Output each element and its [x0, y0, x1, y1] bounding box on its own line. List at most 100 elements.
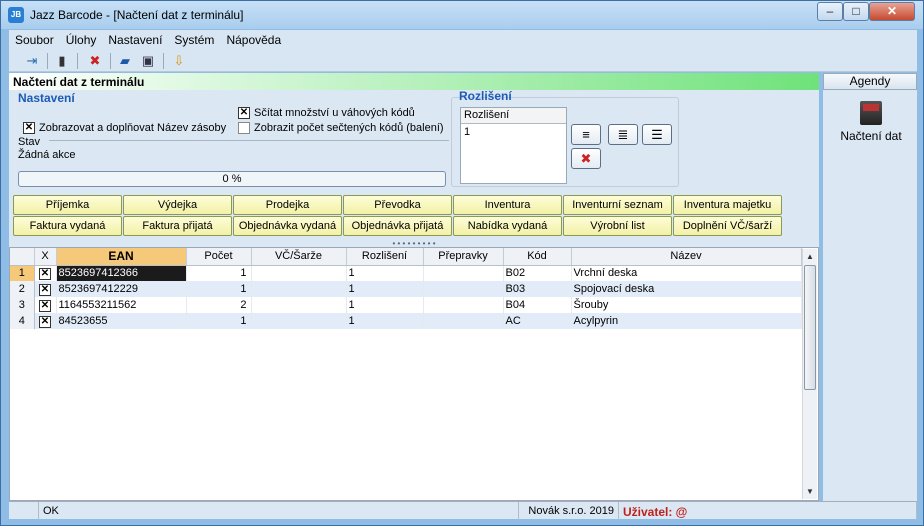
show-count-checkbox[interactable]: Zobrazit počet sečtených kódů (balení)	[238, 122, 444, 134]
checkbox-box: ✕	[39, 283, 51, 296]
button-prodejka[interactable]: Prodejka	[233, 195, 342, 215]
button-faktura-vydana[interactable]: Faktura vydaná	[13, 216, 122, 236]
terminal-icon[interactable]: ▮	[52, 52, 72, 70]
close-button[interactable]: ✕	[869, 2, 915, 21]
button-nabidka-vydana[interactable]: Nabídka vydaná	[453, 216, 562, 236]
table-row[interactable]: 1 ✕ 8523697412366 1 1 B02 Vrchní deska	[10, 265, 802, 281]
cell-prepravky[interactable]	[423, 313, 504, 329]
row-checkbox[interactable]: ✕	[34, 281, 57, 297]
list-resolution-icon[interactable]: ☰	[642, 124, 672, 145]
cell-pocet[interactable]: 1	[186, 313, 252, 329]
cell-vc-sarze[interactable]	[251, 297, 347, 313]
cell-nazev[interactable]: Spojovací deska	[571, 281, 802, 297]
button-prevodka[interactable]: Převodka	[343, 195, 452, 215]
cell-kod[interactable]: B02	[503, 265, 572, 281]
scroll-up-icon[interactable]: ▲	[803, 249, 817, 264]
cell-ean[interactable]: 8523697412229	[56, 281, 187, 297]
sum-weight-checkbox[interactable]: ✕ Sčítat množství u váhových kódů	[238, 107, 415, 119]
cell-kod[interactable]: AC	[503, 313, 572, 329]
cell-ean[interactable]: 1164553211562	[56, 297, 187, 313]
button-inventurni-seznam[interactable]: Inventurní seznam	[563, 195, 672, 215]
column-header-x[interactable]: X	[34, 248, 57, 266]
cell-ean[interactable]: 8523697412366	[56, 265, 187, 281]
cell-nazev[interactable]: Acylpyrin	[571, 313, 802, 329]
minimize-button[interactable]: –	[817, 2, 843, 21]
menu-soubor[interactable]: Soubor	[9, 30, 60, 47]
sum-weight-label: Sčítat množství u váhových kódů	[254, 107, 415, 119]
cell-kod[interactable]: B03	[503, 281, 572, 297]
row-number: 4	[10, 313, 35, 329]
button-inventura[interactable]: Inventura	[453, 195, 562, 215]
cell-nazev[interactable]: Vrchní deska	[571, 265, 802, 281]
button-objednavka-prijata[interactable]: Objednávka přijatá	[343, 216, 452, 236]
table-row[interactable]: 3 ✕ 1164553211562 2 1 B04 Šrouby	[10, 297, 802, 313]
cell-vc-sarze[interactable]	[251, 265, 347, 281]
toolbar-separator	[163, 53, 164, 69]
cell-prepravky[interactable]	[423, 281, 504, 297]
import-icon[interactable]: ⇩	[169, 52, 189, 70]
cell-rozliseni[interactable]: 1	[346, 265, 424, 281]
nacteni-dat-tile[interactable]: Načtení dat	[835, 101, 907, 143]
row-checkbox[interactable]: ✕	[34, 297, 57, 313]
cell-vc-sarze[interactable]	[251, 313, 347, 329]
delete-icon[interactable]: ✖	[85, 52, 105, 70]
exit-icon[interactable]: ⇥	[22, 52, 42, 70]
resolution-caption: Rozlišení	[459, 89, 512, 103]
menu-nastaveni[interactable]: Nastavení	[102, 30, 168, 47]
cell-vc-sarze[interactable]	[251, 281, 347, 297]
title-bar[interactable]: JB Jazz Barcode - [Načtení dat z terminá…	[1, 1, 923, 29]
column-header-pocet[interactable]: Počet	[186, 248, 252, 266]
row-checkbox[interactable]: ✕	[34, 265, 57, 281]
button-prijemka[interactable]: Příjemka	[13, 195, 122, 215]
row-checkbox[interactable]: ✕	[34, 313, 57, 329]
add-resolution-icon[interactable]: ≡	[571, 124, 601, 145]
table-row[interactable]: 4 ✕ 84523655 1 1 AC Acylpyrin	[10, 313, 802, 329]
table-row[interactable]: 2 ✕ 8523697412229 1 1 B03 Spojovací desk…	[10, 281, 802, 297]
cell-prepravky[interactable]	[423, 265, 504, 281]
cell-nazev[interactable]: Šrouby	[571, 297, 802, 313]
button-objednavka-vydana[interactable]: Objednávka vydaná	[233, 216, 342, 236]
cell-pocet[interactable]: 1	[186, 265, 252, 281]
cell-pocet[interactable]: 1	[186, 281, 252, 297]
vertical-scrollbar[interactable]: ▲ ▼	[802, 249, 817, 499]
column-header-prepravky[interactable]: Přepravky	[423, 248, 504, 266]
menu-ulohy[interactable]: Úlohy	[60, 30, 103, 47]
cell-kod[interactable]: B04	[503, 297, 572, 313]
cell-rozliseni[interactable]: 1	[346, 313, 424, 329]
button-vydejka[interactable]: Výdejka	[123, 195, 232, 215]
column-header-rozliseni[interactable]: Rozlišení	[346, 248, 424, 266]
column-header-kod[interactable]: Kód	[503, 248, 572, 266]
cell-ean[interactable]: 84523655	[56, 313, 187, 329]
cell-pocet[interactable]: 2	[186, 297, 252, 313]
menu-system[interactable]: Systém	[168, 30, 220, 47]
save-icon[interactable]: ▣	[138, 52, 158, 70]
group-separator	[49, 140, 449, 141]
button-faktura-prijata[interactable]: Faktura přijatá	[123, 216, 232, 236]
button-vyrobni-list[interactable]: Výrobní list	[563, 216, 672, 236]
row-number: 3	[10, 297, 35, 313]
edit-resolution-icon[interactable]: ≣	[608, 124, 638, 145]
data-grid[interactable]: X EAN Počet VČ/Šarže Rozlišení Přepravky…	[9, 247, 819, 501]
show-name-label: Zobrazovat a doplňovat Název zásoby	[39, 122, 227, 134]
cell-rozliseni[interactable]: 1	[346, 281, 424, 297]
menu-napoveda[interactable]: Nápověda	[220, 30, 287, 47]
row-number: 2	[10, 281, 35, 297]
row-number-header	[10, 248, 35, 266]
column-header-vc-sarze[interactable]: VČ/Šarže	[251, 248, 347, 266]
maximize-button[interactable]: □	[843, 2, 869, 21]
menu-bar: Soubor Úlohy Nastavení Systém Nápověda	[9, 30, 917, 50]
delete-resolution-icon[interactable]: ✖	[571, 148, 601, 169]
cell-prepravky[interactable]	[423, 297, 504, 313]
list-item[interactable]: 1	[461, 124, 566, 140]
open-folder-icon[interactable]: ▰	[115, 52, 135, 70]
resolution-list[interactable]: Rozlišení 1	[460, 107, 567, 184]
scroll-down-icon[interactable]: ▼	[803, 484, 817, 499]
button-inventura-majetku[interactable]: Inventura majetku	[673, 195, 782, 215]
scroll-thumb[interactable]	[804, 265, 816, 390]
show-name-checkbox[interactable]: ✕ Zobrazovat a doplňovat Název zásoby	[23, 122, 226, 134]
grid-header-row: X EAN Počet VČ/Šarže Rozlišení Přepravky…	[10, 248, 802, 266]
column-header-nazev[interactable]: Název	[571, 248, 802, 266]
column-header-ean[interactable]: EAN	[56, 248, 187, 266]
cell-rozliseni[interactable]: 1	[346, 297, 424, 313]
button-doplneni-vc[interactable]: Doplnění VČ/šarží	[673, 216, 782, 236]
